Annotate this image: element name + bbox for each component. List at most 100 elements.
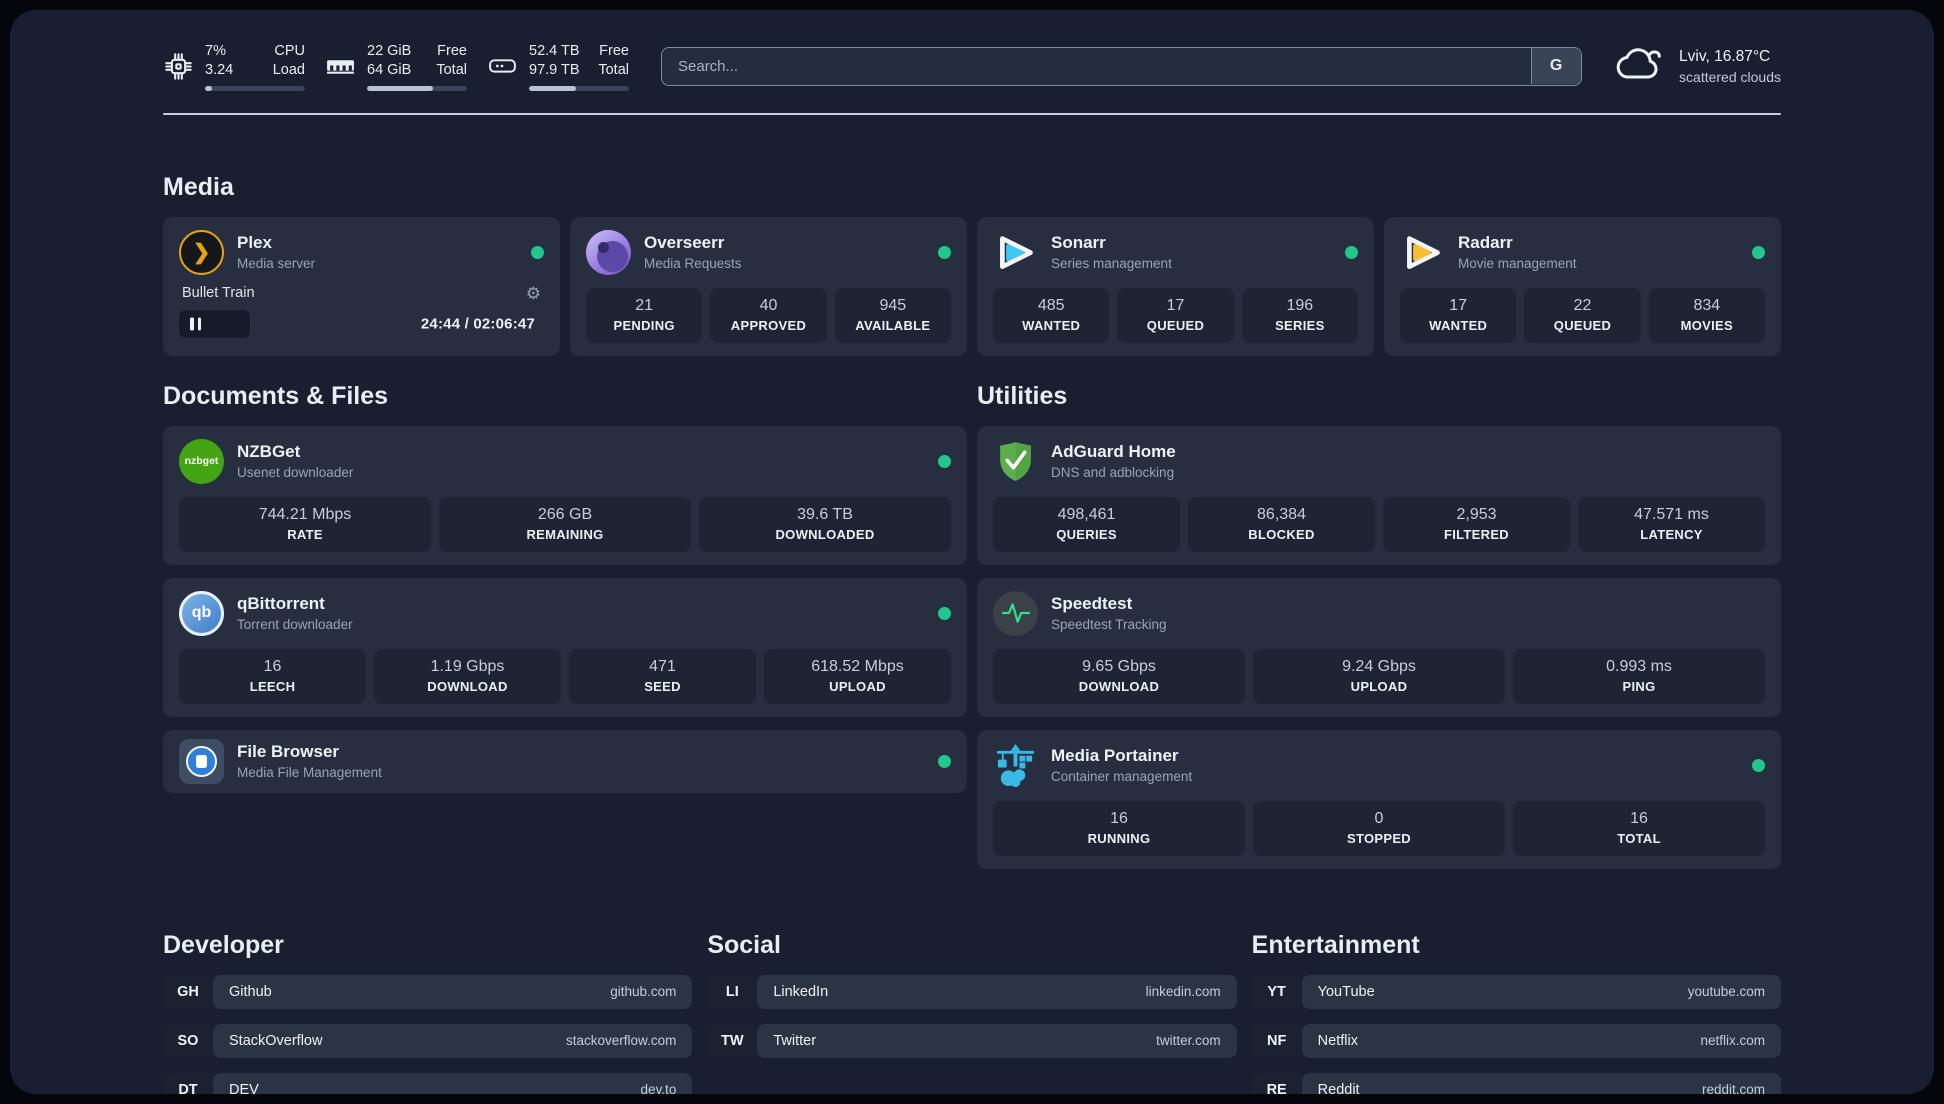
cpu-load-label: Load	[272, 61, 305, 78]
stat-tile: 40 APPROVED	[710, 287, 827, 343]
stat-value: 86,384	[1257, 505, 1306, 523]
qbittorrent-card[interactable]: qb qBittorrent Torrent downloader 16 LEE…	[163, 577, 967, 717]
ram-icon	[325, 51, 356, 82]
link-abbr: SO	[163, 1023, 213, 1058]
link-dev[interactable]: DT DEV dev.to	[163, 1072, 693, 1094]
stat-tile: 2,953 FILTERED	[1383, 496, 1570, 552]
status-dot-online	[938, 245, 951, 259]
app-name: Overseerr	[644, 233, 725, 253]
stat-tile: 1.19 Gbps DOWNLOAD	[374, 648, 561, 704]
stat-tile: 618.52 Mbps UPLOAD	[764, 648, 951, 704]
stat-label: SERIES	[1275, 317, 1325, 333]
link-url: stackoverflow.com	[566, 1033, 677, 1049]
stat-label: UPLOAD	[1350, 678, 1408, 694]
stat-label: DOWNLOAD	[427, 678, 508, 694]
link-reddit[interactable]: RE Reddit reddit.com	[1251, 1072, 1781, 1094]
cpu-usage-label: CPU	[274, 43, 305, 59]
portainer-card[interactable]: Media Portainer Container management 16 …	[977, 729, 1781, 869]
stat-label: QUERIES	[1056, 526, 1117, 542]
overseerr-card[interactable]: Overseerr Media Requests 21 PENDING 40 A…	[570, 216, 967, 356]
app-description: DNS and adblocking	[1051, 465, 1175, 481]
app-description: Usenet downloader	[237, 465, 354, 481]
link-abbr: TW	[707, 1023, 758, 1058]
stat-value: 17	[1166, 296, 1185, 314]
link-url: netflix.com	[1700, 1033, 1765, 1049]
stat-label: STOPPED	[1347, 830, 1411, 846]
adguard-card[interactable]: AdGuard Home DNS and adblocking 498,461 …	[977, 425, 1781, 565]
bookmarks-entertainment: Entertainment YT YouTube youtube.com NF …	[1251, 930, 1781, 1094]
app-name: NZBGet	[237, 442, 301, 462]
ram-free-label: Free	[437, 43, 467, 59]
app-description: Media server	[237, 256, 316, 272]
stat-tile: 834 MOVIES	[1648, 287, 1765, 343]
link-url: linkedin.com	[1145, 984, 1221, 1000]
app-name: Media Portainer	[1051, 746, 1179, 766]
stat-value: 266 GB	[537, 505, 593, 523]
section-title-documents: Documents & Files	[163, 381, 389, 410]
stat-label: LATENCY	[1640, 526, 1703, 542]
disk-metric: 52.4 TB 97.9 TB Free Total	[487, 42, 629, 91]
media-cards-row: ❯ Plex Media server Bullet Train ⚙ 24:44…	[163, 216, 1781, 356]
stat-label: FILTERED	[1444, 526, 1509, 542]
stat-tile: 22 QUEUED	[1524, 287, 1641, 343]
app-name: Speedtest	[1051, 594, 1133, 614]
radarr-card[interactable]: Radarr Movie management 17 WANTED 22 QUE…	[1384, 216, 1781, 356]
stat-value: 485	[1037, 296, 1065, 314]
link-linkedin[interactable]: LI LinkedIn linkedin.com	[707, 974, 1237, 1009]
stat-label: WANTED	[1022, 317, 1081, 333]
stat-tile: 86,384 BLOCKED	[1188, 496, 1375, 552]
link-abbr: NF	[1251, 1023, 1302, 1058]
system-metrics: 7% 3.24 CPU Load 22 GiB 64 GiB Free Tota…	[163, 42, 629, 91]
search-input[interactable]	[661, 46, 1583, 86]
stat-tile: 16 LEECH	[179, 648, 366, 704]
disk-total-value: 97.9 TB	[529, 61, 580, 78]
stat-label: APPROVED	[730, 317, 807, 333]
cpu-usage-value: 7%	[205, 43, 226, 59]
stat-label: RUNNING	[1087, 830, 1151, 846]
stat-label: PENDING	[613, 317, 675, 333]
bookmarks-social: Social LI LinkedIn linkedin.com TW Twitt…	[707, 931, 1237, 1094]
plex-card[interactable]: ❯ Plex Media server Bullet Train ⚙ 24:44…	[163, 216, 560, 356]
stat-value: 834	[1693, 296, 1721, 314]
filebrowser-card[interactable]: File Browser Media File Management	[163, 729, 967, 793]
stat-label: AVAILABLE	[855, 317, 931, 333]
weather-location: Lviv, 16.87°C	[1679, 47, 1771, 65]
link-name: Github	[229, 983, 272, 1000]
stat-value: 744.21 Mbps	[258, 505, 352, 523]
stat-value: 0	[1374, 809, 1384, 827]
ram-total-label: Total	[436, 61, 467, 78]
cloud-icon	[1612, 43, 1664, 90]
search-engine-button[interactable]: G	[1530, 48, 1581, 85]
section-title-utilities: Utilities	[977, 381, 1068, 410]
memory-metric: 22 GiB 64 GiB Free Total	[325, 42, 467, 91]
link-name: Netflix	[1317, 1032, 1358, 1049]
section-title-developer: Developer	[163, 930, 284, 959]
app-description: Container management	[1051, 769, 1193, 785]
stat-tile: 17 WANTED	[1400, 287, 1517, 343]
stat-value: 196	[1286, 296, 1314, 314]
link-twitter[interactable]: TW Twitter twitter.com	[707, 1023, 1237, 1058]
sonarr-card[interactable]: Sonarr Series management 485 WANTED 17 Q…	[977, 216, 1374, 356]
link-netflix[interactable]: NF Netflix netflix.com	[1251, 1023, 1781, 1058]
pause-icon[interactable]	[190, 317, 201, 331]
link-url: youtube.com	[1687, 984, 1765, 1000]
link-name: LinkedIn	[773, 983, 829, 1000]
cpu-metric: 7% 3.24 CPU Load	[163, 42, 305, 91]
settings-gear-icon[interactable]: ⚙	[526, 285, 541, 302]
section-title-entertainment: Entertainment	[1251, 930, 1420, 959]
stat-tile: 471 SEED	[569, 648, 756, 704]
link-abbr: GH	[163, 974, 213, 1009]
app-name: Sonarr	[1051, 233, 1106, 253]
nzbget-card[interactable]: nzbget NZBGet Usenet downloader 744.21 M…	[163, 425, 967, 565]
link-github[interactable]: GH Github github.com	[163, 974, 693, 1009]
link-stackoverflow[interactable]: SO StackOverflow stackoverflow.com	[163, 1023, 693, 1058]
stat-tile: 39.6 TB DOWNLOADED	[699, 496, 951, 552]
link-youtube[interactable]: YT YouTube youtube.com	[1251, 974, 1781, 1009]
qbittorrent-icon: qb	[179, 590, 224, 636]
stat-tile: 498,461 QUERIES	[993, 496, 1180, 552]
speedtest-card[interactable]: Speedtest Speedtest Tracking 9.65 Gbps D…	[977, 577, 1781, 717]
app-name: AdGuard Home	[1051, 442, 1176, 462]
stat-value: 39.6 TB	[797, 505, 853, 523]
status-dot-online	[1752, 245, 1765, 259]
stat-tile: 9.65 Gbps DOWNLOAD	[993, 648, 1245, 704]
